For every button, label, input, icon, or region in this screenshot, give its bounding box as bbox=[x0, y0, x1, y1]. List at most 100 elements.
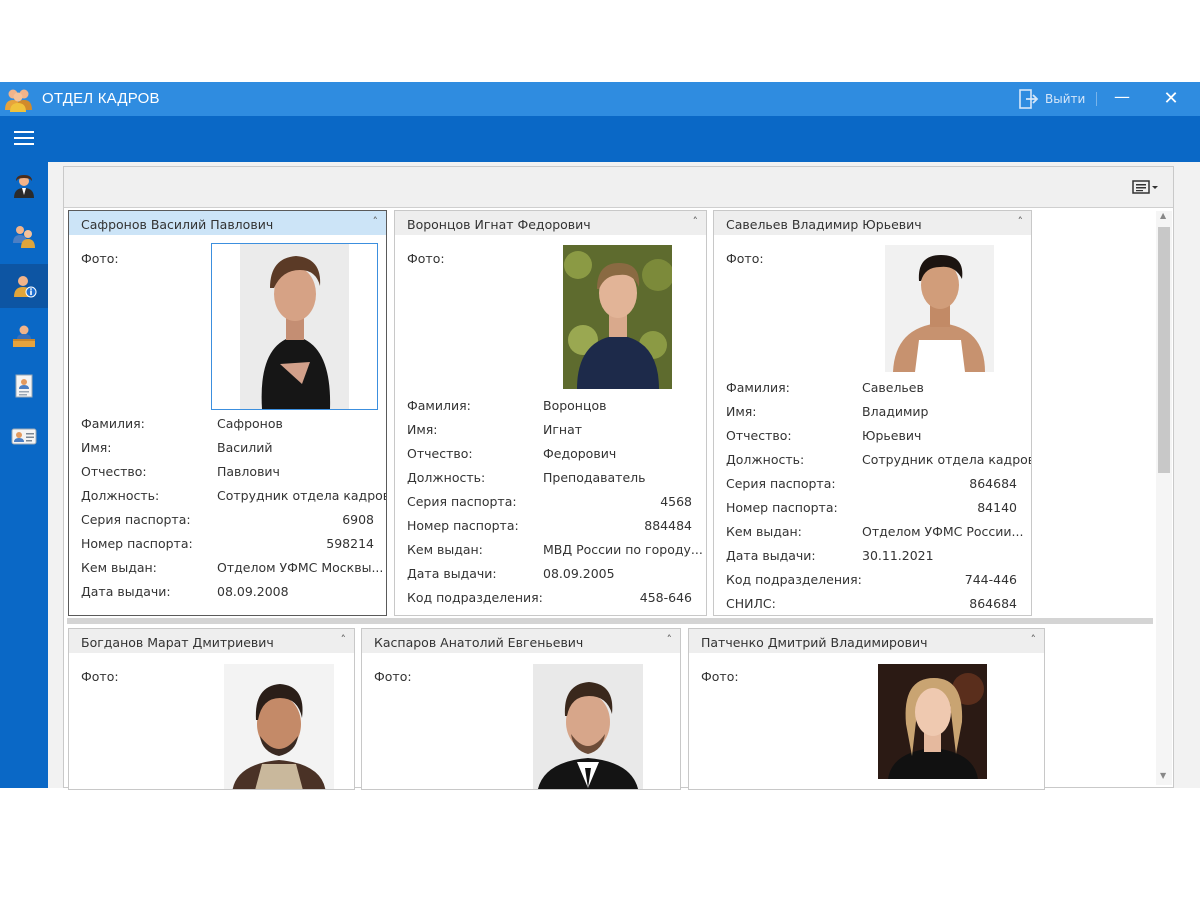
snils-value: 864684 bbox=[969, 596, 1017, 611]
issued-by-label: Кем выдан: bbox=[81, 560, 157, 575]
division-code-value: 744-446 bbox=[964, 572, 1017, 587]
app-logo-icon bbox=[4, 86, 32, 112]
nav-employee-info[interactable] bbox=[0, 264, 48, 308]
passport-series-value: 6908 bbox=[342, 512, 374, 527]
name-value: Игнат bbox=[543, 422, 583, 437]
employee-card[interactable]: Савельев Владимир Юрьевич ˄ Фото: Фамили… bbox=[713, 210, 1032, 616]
passport-series-label: Серия паспорта: bbox=[407, 494, 517, 509]
photo-field[interactable] bbox=[211, 243, 378, 410]
collapse-chevron-icon[interactable]: ˄ bbox=[341, 633, 347, 646]
passport-series-value: 4568 bbox=[660, 494, 692, 509]
card-title: Богданов Марат Дмитриевич bbox=[81, 635, 274, 650]
card-title: Каспаров Анатолий Евгеньевич bbox=[374, 635, 584, 650]
issued-by-label: Кем выдан: bbox=[726, 524, 802, 539]
employee-photo[interactable] bbox=[533, 664, 643, 789]
photo-label: Фото: bbox=[81, 251, 119, 266]
photo-label: Фото: bbox=[701, 669, 739, 684]
logout-button[interactable]: Выйти bbox=[1018, 87, 1085, 111]
position-label: Должность: bbox=[407, 470, 486, 485]
division-code-value: 458-646 bbox=[639, 590, 692, 605]
list-layout-icon bbox=[1132, 180, 1150, 194]
person-info-icon bbox=[14, 276, 37, 298]
issued-by-value: Отделом УФМС России... bbox=[862, 524, 1024, 539]
issued-by-label: Кем выдан: bbox=[407, 542, 483, 557]
position-value: Сотрудник отдела кадров bbox=[862, 452, 1032, 467]
collapse-chevron-icon[interactable]: ˄ bbox=[1018, 215, 1024, 228]
nav-documents[interactable] bbox=[0, 364, 48, 408]
scroll-up-arrow-icon[interactable]: ▲ bbox=[1160, 211, 1166, 220]
card-title: Сафронов Василий Павлович bbox=[81, 217, 274, 232]
position-value: Сотрудник отдела кадров bbox=[217, 488, 387, 503]
card-header[interactable]: Воронцов Игнат Федорович ˄ bbox=[395, 211, 706, 235]
passport-series-label: Серия паспорта: bbox=[81, 512, 191, 527]
passport-number-label: Номер паспорта: bbox=[407, 518, 519, 533]
employee-photo[interactable] bbox=[563, 245, 672, 389]
division-code-label: Код подразделения: bbox=[726, 572, 862, 587]
nav-employees[interactable] bbox=[0, 164, 48, 208]
app-window: ОТДЕЛ КАДРОВ Выйти — ✕ Сафронов Василий … bbox=[0, 82, 1200, 790]
name-label: Имя: bbox=[407, 422, 438, 437]
collapse-chevron-icon[interactable]: ˄ bbox=[693, 215, 699, 228]
issue-date-label: Дата выдачи: bbox=[81, 584, 171, 599]
card-header[interactable]: Каспаров Анатолий Евгеньевич ˄ bbox=[362, 629, 680, 653]
passport-number-value: 84140 bbox=[977, 500, 1017, 515]
hamburger-menu-icon[interactable] bbox=[14, 131, 34, 147]
employee-card[interactable]: Воронцов Игнат Федорович ˄ Фото: Фамилия… bbox=[394, 210, 707, 616]
division-code-label: Код подразделения: bbox=[407, 590, 543, 605]
position-label: Должность: bbox=[726, 452, 805, 467]
passport-number-label: Номер паспорта: bbox=[81, 536, 193, 551]
employee-photo[interactable] bbox=[885, 245, 994, 372]
issue-date-label: Дата выдачи: bbox=[726, 548, 816, 563]
card-header[interactable]: Патченко Дмитрий Владимирович ˄ bbox=[689, 629, 1044, 653]
issue-date-value: 08.09.2008 bbox=[217, 584, 289, 599]
close-button[interactable]: ✕ bbox=[1158, 84, 1184, 114]
passport-number-label: Номер паспорта: bbox=[726, 500, 838, 515]
document-icon bbox=[15, 374, 33, 398]
minimize-button[interactable]: — bbox=[1110, 84, 1134, 114]
photo-label: Фото: bbox=[81, 669, 119, 684]
surname-value: Воронцов bbox=[543, 398, 607, 413]
name-label: Имя: bbox=[726, 404, 757, 419]
nav-workplaces[interactable] bbox=[0, 314, 48, 358]
employee-card[interactable]: Богданов Марат Дмитриевич ˄ Фото: bbox=[68, 628, 355, 790]
passport-series-value: 864684 bbox=[969, 476, 1017, 491]
card-header[interactable]: Богданов Марат Дмитриевич ˄ bbox=[69, 629, 354, 653]
employee-photo[interactable] bbox=[878, 664, 987, 779]
collapse-chevron-icon[interactable]: ˄ bbox=[373, 215, 379, 228]
position-label: Должность: bbox=[81, 488, 160, 503]
collapse-chevron-icon[interactable]: ˄ bbox=[667, 633, 673, 646]
id-card-icon bbox=[11, 428, 37, 445]
logout-label: Выйти bbox=[1045, 92, 1086, 106]
side-navigation bbox=[0, 162, 48, 788]
patronymic-value: Федорович bbox=[543, 446, 617, 461]
nav-departments[interactable] bbox=[0, 214, 48, 258]
scrollbar-thumb[interactable] bbox=[1158, 227, 1170, 473]
title-bar: ОТДЕЛ КАДРОВ Выйти — ✕ bbox=[0, 82, 1200, 116]
app-title: ОТДЕЛ КАДРОВ bbox=[42, 90, 160, 107]
surname-label: Фамилия: bbox=[407, 398, 471, 413]
name-label: Имя: bbox=[81, 440, 112, 455]
employee-card[interactable]: Сафронов Василий Павлович ˄ Фото: Фамили… bbox=[68, 210, 387, 616]
name-value: Владимир bbox=[862, 404, 929, 419]
collapse-chevron-icon[interactable]: ˄ bbox=[1031, 633, 1037, 646]
patronymic-value: Павлович bbox=[217, 464, 280, 479]
vertical-scrollbar[interactable]: ▲ ▼ bbox=[1156, 211, 1172, 785]
scroll-down-arrow-icon[interactable]: ▼ bbox=[1160, 771, 1166, 780]
surname-label: Фамилия: bbox=[726, 380, 790, 395]
layout-menu-button[interactable] bbox=[1132, 177, 1166, 197]
photo-label: Фото: bbox=[374, 669, 412, 684]
photo-label: Фото: bbox=[726, 251, 764, 266]
photo-label: Фото: bbox=[407, 251, 445, 266]
logout-icon bbox=[1019, 89, 1039, 109]
employee-card[interactable]: Патченко Дмитрий Владимирович ˄ Фото: bbox=[688, 628, 1045, 790]
patronymic-value: Юрьевич bbox=[862, 428, 922, 443]
card-title: Воронцов Игнат Федорович bbox=[407, 217, 591, 232]
employee-photo[interactable] bbox=[224, 664, 334, 789]
surname-value: Сафронов bbox=[217, 416, 283, 431]
row-splitter[interactable] bbox=[67, 618, 1153, 624]
card-header[interactable]: Сафронов Василий Павлович ˄ bbox=[69, 211, 386, 235]
card-title: Патченко Дмитрий Владимирович bbox=[701, 635, 928, 650]
nav-id-cards[interactable] bbox=[0, 414, 48, 458]
card-header[interactable]: Савельев Владимир Юрьевич ˄ bbox=[714, 211, 1031, 235]
employee-card[interactable]: Каспаров Анатолий Евгеньевич ˄ Фото: bbox=[361, 628, 681, 790]
